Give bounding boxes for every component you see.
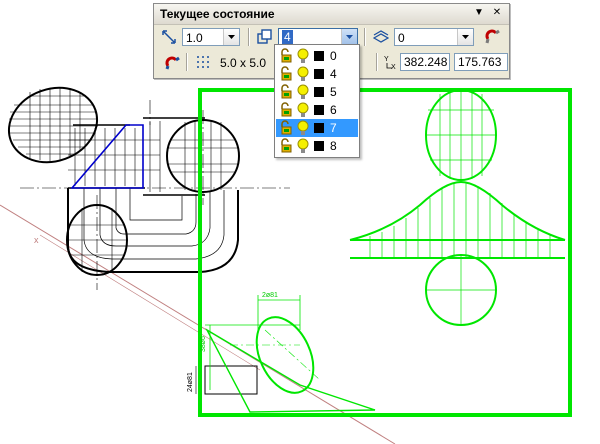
- layer-number: 8: [330, 139, 337, 153]
- scale-value: 1.0: [186, 31, 203, 45]
- snap-magnet-icon[interactable]: [164, 53, 182, 71]
- selected-contour[interactable]: [70, 124, 144, 189]
- svg-text:Y: Y: [384, 56, 389, 63]
- style-value: 0: [398, 31, 405, 45]
- dim-label-3: 24ø81: [187, 372, 194, 392]
- svg-text:X: X: [391, 64, 396, 70]
- scale-combo[interactable]: 1.0: [182, 28, 240, 46]
- color-swatch: [314, 141, 324, 151]
- color-swatch: [314, 69, 324, 79]
- panel-menu-button[interactable]: ▼: [472, 6, 486, 20]
- panel-title: Текущее состояние: [160, 7, 275, 21]
- chevron-down-icon[interactable]: [457, 29, 473, 45]
- scale-icon[interactable]: [160, 28, 178, 46]
- grid-step-label[interactable]: 5.0 x 5.0: [220, 56, 266, 70]
- separator: [248, 28, 250, 46]
- unlock-icon: [279, 138, 295, 157]
- layer-number: 7: [330, 121, 337, 135]
- chevron-down-icon[interactable]: [223, 29, 239, 45]
- chevron-down-icon[interactable]: [341, 29, 357, 45]
- layer-option-selected[interactable]: 7: [276, 119, 358, 137]
- layer-number: 0: [330, 49, 337, 63]
- separator: [376, 53, 378, 71]
- layer-option[interactable]: 4: [276, 65, 358, 83]
- layer-number: 6: [330, 103, 337, 117]
- axis-x-marker: x: [34, 235, 39, 245]
- guide-line: [0, 204, 396, 444]
- layers-icon[interactable]: [256, 28, 274, 46]
- layer-option[interactable]: 5: [276, 83, 358, 101]
- color-swatch: [314, 87, 324, 97]
- layer-option[interactable]: 8: [276, 137, 358, 155]
- separator: [186, 53, 188, 71]
- line-style-icon[interactable]: [372, 28, 390, 46]
- layer-dropdown-list: 0 4 5 6 7 8: [274, 44, 360, 158]
- coord-y-field[interactable]: 175.763: [454, 53, 508, 71]
- separator: [364, 28, 366, 46]
- grid-icon[interactable]: [194, 53, 212, 71]
- magnet-icon[interactable]: [484, 28, 502, 46]
- layer-value: 4: [282, 30, 293, 44]
- panel-close-button[interactable]: ✕: [490, 6, 504, 20]
- panel-titlebar[interactable]: Текущее состояние ▼ ✕: [154, 4, 509, 25]
- layer-option[interactable]: 6: [276, 101, 358, 119]
- layer-number: 4: [330, 67, 337, 81]
- layer-number: 5: [330, 85, 337, 99]
- coordinates-icon: YX: [382, 53, 400, 71]
- lightbulb-icon: [296, 138, 310, 157]
- color-swatch: [314, 105, 324, 115]
- layer-option[interactable]: 0: [276, 47, 358, 65]
- color-swatch: [314, 51, 324, 61]
- dim-label-2: 38ø6: [200, 336, 207, 352]
- style-combo[interactable]: 0: [394, 28, 474, 46]
- black-geometry: [7, 86, 290, 395]
- color-swatch: [314, 123, 324, 133]
- dim-label-1: 2ø81: [262, 292, 278, 299]
- coord-x-field[interactable]: 382.248: [400, 53, 450, 71]
